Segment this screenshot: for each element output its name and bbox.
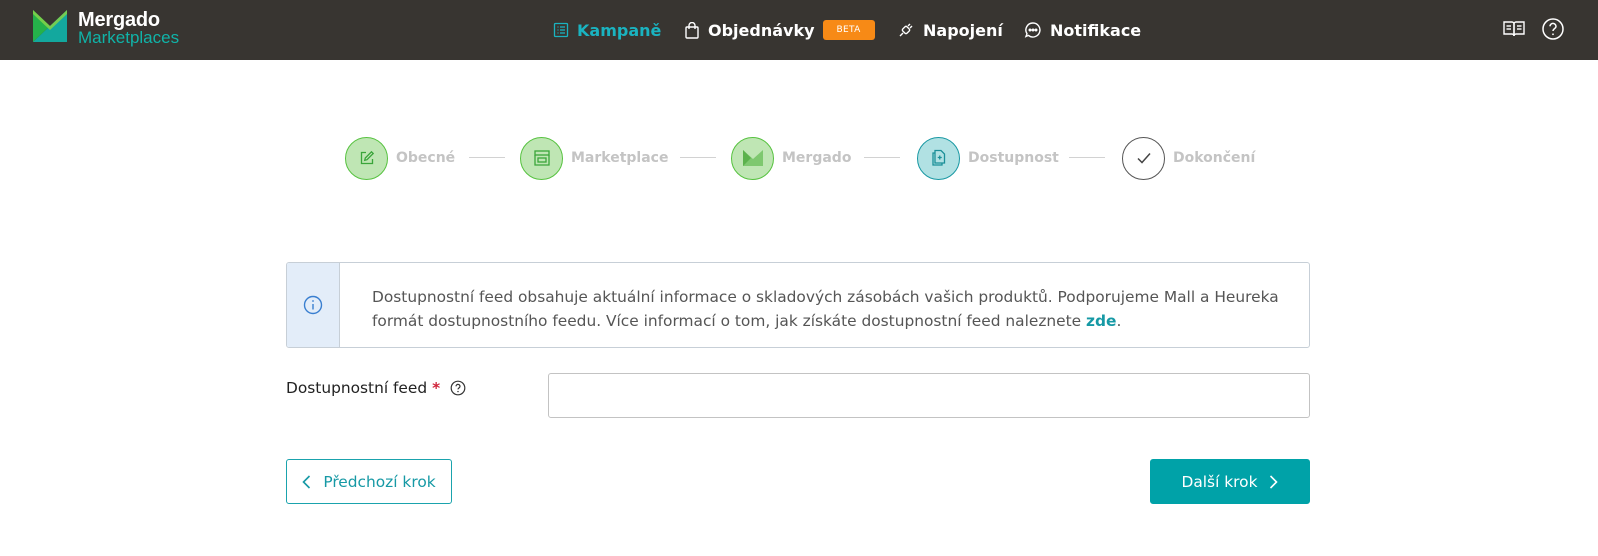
- step-marketplace[interactable]: Marketplace: [520, 136, 668, 180]
- nav-item-notifikace[interactable]: Notifikace: [1024, 0, 1141, 60]
- step-label: Marketplace: [571, 150, 669, 166]
- step-circle: [731, 136, 774, 180]
- info-icon: [303, 295, 323, 315]
- step-circle: [520, 136, 563, 180]
- next-step-label: Další krok: [1181, 472, 1258, 491]
- help-icon[interactable]: [450, 380, 466, 396]
- chat-bubble-icon: [1024, 22, 1041, 38]
- step-connector: [864, 157, 900, 158]
- nav-item-kampane[interactable]: Kampaně: [553, 0, 661, 60]
- logo-subtitle: Marketplaces: [78, 28, 180, 47]
- nav-label: Kampaně: [577, 20, 662, 40]
- feed-label: Dostupnostní feed *: [286, 379, 466, 397]
- mergado-logo-icon: [742, 150, 763, 166]
- info-suffix: .: [1116, 312, 1122, 330]
- nav-item-napojeni[interactable]: Napojení: [897, 0, 1003, 60]
- step-obecne[interactable]: Obecné: [345, 136, 455, 180]
- step-connector: [469, 157, 505, 158]
- previous-step-label: Předchozí krok: [323, 472, 436, 491]
- next-step-button[interactable]: Další krok: [1150, 459, 1310, 504]
- top-bar: Mergado Marketplaces Kampaně Objednávky …: [0, 0, 1598, 60]
- logo-title: Mergado: [78, 9, 160, 31]
- document-icon: [931, 149, 945, 166]
- step-connector: [1069, 157, 1105, 158]
- step-circle: [1122, 136, 1165, 180]
- feed-url-input[interactable]: [548, 373, 1310, 418]
- plug-icon: [899, 23, 913, 37]
- nav-label: Notifikace: [1050, 20, 1142, 40]
- nav-label: Napojení: [923, 20, 1003, 40]
- store-icon: [533, 150, 550, 166]
- step-label: Dostupnost: [968, 150, 1059, 166]
- step-dostupnost[interactable]: Dostupnost: [917, 136, 1059, 180]
- step-circle: [917, 136, 960, 180]
- chevron-right-icon: [1270, 474, 1279, 489]
- help-button[interactable]: [1541, 17, 1565, 41]
- required-mark: *: [432, 379, 441, 397]
- feed-label-text: Dostupnostní feed: [286, 379, 428, 397]
- step-circle: [345, 136, 388, 180]
- help-icon: [1542, 18, 1564, 40]
- nav-item-objednavky[interactable]: Objednávky BETA: [684, 0, 875, 60]
- previous-step-button[interactable]: Předchozí krok: [286, 459, 452, 504]
- book-icon: [1503, 21, 1525, 37]
- chevron-left-icon: [302, 474, 311, 489]
- info-box: Dostupnostní feed obsahuje aktuální info…: [286, 262, 1310, 348]
- app-logo[interactable]: Mergado Marketplaces: [33, 10, 179, 46]
- info-link[interactable]: zde: [1086, 312, 1116, 330]
- nav-label: Objednávky: [708, 20, 815, 40]
- list-icon: [553, 22, 569, 38]
- info-text: Dostupnostní feed obsahuje aktuální info…: [340, 263, 1309, 347]
- step-label: Obecné: [396, 150, 456, 166]
- step-label: Dokončení: [1173, 150, 1256, 166]
- beta-badge: BETA: [822, 20, 875, 40]
- step-label: Mergado: [782, 150, 852, 166]
- info-message: Dostupnostní feed obsahuje aktuální info…: [372, 288, 1279, 330]
- shopping-bag-icon: [685, 21, 699, 39]
- step-dokonceni[interactable]: Dokončení: [1122, 136, 1255, 180]
- docs-button[interactable]: [1502, 17, 1526, 41]
- info-side: [287, 263, 340, 347]
- check-icon: [1136, 153, 1151, 164]
- step-connector: [680, 157, 716, 158]
- edit-icon: [360, 150, 374, 165]
- mergado-logo-icon: [33, 10, 67, 42]
- step-mergado[interactable]: Mergado: [731, 136, 851, 180]
